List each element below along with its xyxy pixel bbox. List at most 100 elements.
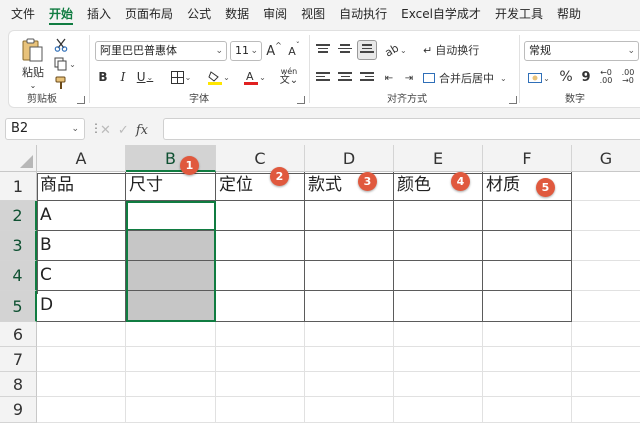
font-color-icon[interactable]: A ⌄: [241, 67, 269, 87]
tab-home[interactable]: 开始: [42, 0, 80, 28]
column-header-d[interactable]: D: [305, 145, 394, 172]
cell-f8[interactable]: [483, 372, 572, 397]
cell-a2[interactable]: A: [37, 201, 126, 231]
number-format-select[interactable]: 常规 ⌄: [524, 41, 639, 61]
cell-c8[interactable]: [216, 372, 305, 397]
column-header-a[interactable]: A: [37, 145, 126, 172]
font-size-select[interactable]: 11 ⌄: [230, 41, 262, 61]
cell-e7[interactable]: [394, 347, 483, 372]
cell-b8[interactable]: [126, 372, 216, 397]
column-header-g[interactable]: G: [572, 145, 640, 172]
align-right-icon[interactable]: [359, 71, 375, 85]
cell-g2[interactable]: [572, 201, 640, 231]
percent-style-button[interactable]: %: [557, 67, 575, 87]
bold-button[interactable]: B: [95, 67, 111, 87]
cell-f4[interactable]: [483, 261, 572, 291]
formula-input[interactable]: [163, 118, 640, 140]
cell-a6[interactable]: [37, 322, 126, 347]
format-painter-icon[interactable]: [53, 75, 69, 91]
cell-g6[interactable]: [572, 322, 640, 347]
fill-color-icon[interactable]: ⌄: [205, 67, 233, 87]
cell-a9[interactable]: [37, 397, 126, 423]
tab-formulas[interactable]: 公式: [180, 0, 218, 28]
cell-d4[interactable]: [305, 261, 394, 291]
cell-e6[interactable]: [394, 322, 483, 347]
align-center-icon[interactable]: [337, 71, 353, 85]
align-bottom-icon[interactable]: [357, 40, 377, 60]
enter-icon[interactable]: ✓: [118, 123, 129, 138]
cancel-icon[interactable]: ✕: [100, 123, 111, 138]
tab-help[interactable]: 帮助: [550, 0, 588, 28]
cell-f9[interactable]: [483, 397, 572, 423]
row-header-4[interactable]: 4: [0, 261, 37, 291]
cell-e3[interactable]: [394, 231, 483, 261]
cell-c6[interactable]: [216, 322, 305, 347]
decrease-indent-icon[interactable]: ⇤: [381, 71, 397, 85]
tab-excel-self-study[interactable]: Excel自学成才: [394, 0, 488, 28]
cell-c5[interactable]: [216, 291, 305, 322]
column-header-e[interactable]: E: [394, 145, 483, 172]
cell-c1[interactable]: 定位: [216, 172, 305, 201]
paste-dropdown-icon[interactable]: ⌄: [23, 80, 43, 90]
cut-icon[interactable]: [53, 37, 69, 53]
accounting-format-icon[interactable]: ⌄: [525, 69, 553, 87]
cell-e4[interactable]: [394, 261, 483, 291]
cell-a5[interactable]: D: [37, 291, 126, 322]
column-header-f[interactable]: F: [483, 145, 572, 172]
align-left-icon[interactable]: [315, 71, 331, 85]
align-top-icon[interactable]: [315, 43, 331, 57]
column-header-b[interactable]: B: [126, 145, 216, 172]
cell-b6[interactable]: [126, 322, 216, 347]
row-header-2[interactable]: 2: [0, 201, 37, 231]
cell-f2[interactable]: [483, 201, 572, 231]
increase-indent-icon[interactable]: ⇥: [401, 71, 417, 85]
tab-data[interactable]: 数据: [218, 0, 256, 28]
font-name-select[interactable]: 阿里巴巴普惠体 ⌄: [95, 41, 227, 61]
cell-b4[interactable]: [126, 261, 216, 291]
cell-b1[interactable]: 尺寸: [126, 172, 216, 201]
cell-a7[interactable]: [37, 347, 126, 372]
comma-style-button[interactable]: 9: [579, 67, 593, 87]
cell-f6[interactable]: [483, 322, 572, 347]
cell-d9[interactable]: [305, 397, 394, 423]
name-box[interactable]: B2 ⌄: [5, 118, 85, 140]
cell-f3[interactable]: [483, 231, 572, 261]
decrease-decimal-icon[interactable]: .00 →0: [619, 68, 637, 86]
orientation-icon[interactable]: ab ⌄: [383, 41, 409, 59]
row-header-6[interactable]: 6: [0, 322, 37, 347]
cell-c7[interactable]: [216, 347, 305, 372]
cell-b9[interactable]: [126, 397, 216, 423]
italic-button[interactable]: I: [115, 67, 131, 87]
tab-automate[interactable]: 自动执行: [332, 0, 394, 28]
tab-developer[interactable]: 开发工具: [488, 0, 550, 28]
row-header-9[interactable]: 9: [0, 397, 37, 423]
font-grow-icon[interactable]: A ^: [266, 41, 282, 61]
cell-g9[interactable]: [572, 397, 640, 423]
cell-f7[interactable]: [483, 347, 572, 372]
row-header-5[interactable]: 5: [0, 291, 37, 322]
cell-f5[interactable]: [483, 291, 572, 322]
tab-insert[interactable]: 插入: [80, 0, 118, 28]
cell-e9[interactable]: [394, 397, 483, 423]
row-header-7[interactable]: 7: [0, 347, 37, 372]
cell-b3[interactable]: [126, 231, 216, 261]
cell-b7[interactable]: [126, 347, 216, 372]
cell-a8[interactable]: [37, 372, 126, 397]
cell-d6[interactable]: [305, 322, 394, 347]
phonetic-guide-icon[interactable]: wén 文⌄: [275, 65, 303, 87]
paste-icon[interactable]: [19, 37, 45, 63]
align-middle-icon[interactable]: [337, 43, 353, 57]
cell-c4[interactable]: [216, 261, 305, 291]
cell-a1[interactable]: 商品: [37, 172, 126, 201]
cell-d1[interactable]: 款式: [305, 172, 394, 201]
wrap-text-button[interactable]: ↵ 自动换行: [423, 42, 493, 58]
cell-e5[interactable]: [394, 291, 483, 322]
copy-icon[interactable]: ⌄: [53, 56, 77, 72]
cell-g8[interactable]: [572, 372, 640, 397]
paste-button[interactable]: 粘贴: [15, 65, 51, 79]
row-header-1[interactable]: 1: [0, 172, 37, 201]
cell-b5[interactable]: [126, 291, 216, 322]
font-shrink-icon[interactable]: Aˇ: [286, 41, 302, 61]
alignment-launcher-icon[interactable]: [509, 96, 517, 104]
cell-a4[interactable]: C: [37, 261, 126, 291]
